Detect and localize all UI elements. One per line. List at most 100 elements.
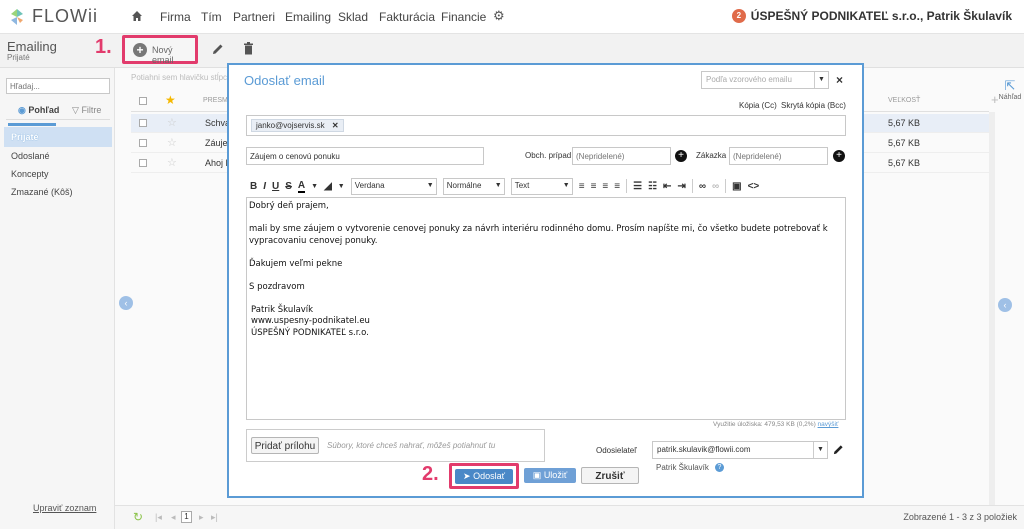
- col-sender[interactable]: PRESM: [203, 97, 228, 104]
- case-input[interactable]: [572, 147, 671, 165]
- help-icon[interactable]: ?: [715, 463, 724, 472]
- highlight-icon[interactable]: ◢: [324, 181, 332, 192]
- first-page-icon[interactable]: |◂: [155, 512, 162, 523]
- add-case-icon[interactable]: +: [675, 150, 687, 162]
- cc-link[interactable]: Kópia (Cc): [739, 101, 777, 110]
- send-button[interactable]: ➤ Odoslať: [455, 469, 513, 484]
- font-color-dropdown-icon[interactable]: ▼: [311, 183, 318, 190]
- body-line: mali by sme záujem o vytvorenie cenovej …: [249, 224, 828, 246]
- align-justify-icon[interactable]: ≡: [614, 181, 620, 192]
- select-all-checkbox[interactable]: [139, 97, 147, 105]
- indent-icon[interactable]: ⇥: [677, 181, 685, 192]
- star-icon[interactable]: ☆: [167, 136, 177, 149]
- floppy-icon: ▣: [532, 470, 542, 480]
- refresh-icon[interactable]: ↻: [133, 510, 143, 524]
- logo[interactable]: FLOWii: [8, 6, 98, 27]
- align-center-icon[interactable]: ≡: [591, 181, 597, 192]
- group-hint: Potiahni sem hlavičku stĺpca: [131, 73, 232, 82]
- remove-recipient-icon[interactable]: ✕: [332, 121, 339, 130]
- home-icon[interactable]: [131, 10, 143, 22]
- company-user[interactable]: 2 ÚSPEŠNÝ PODNIKATEĽ s.r.o., Patrik Škul…: [731, 9, 1012, 23]
- order-label: Zákazka: [696, 151, 727, 160]
- nav-financie[interactable]: Financie: [441, 10, 486, 24]
- new-email-button[interactable]: + Nový email: [122, 35, 198, 65]
- code-view-icon[interactable]: <>: [748, 181, 760, 192]
- last-page-icon[interactable]: ▸|: [211, 512, 218, 523]
- subject-input[interactable]: [246, 147, 484, 165]
- col-size[interactable]: VEĽKOSŤ: [888, 97, 920, 104]
- sidebar-item-koncepty[interactable]: Koncepty: [11, 169, 49, 179]
- sidebar-item-kos[interactable]: Zmazané (Kôš): [11, 187, 73, 197]
- format-select[interactable]: Text ▼: [510, 177, 573, 195]
- save-button[interactable]: ▣ Uložiť: [524, 468, 576, 483]
- star-header-icon[interactable]: ★: [165, 93, 176, 107]
- list-scrollbar[interactable]: [989, 112, 995, 507]
- nav-partneri[interactable]: Partneri: [233, 10, 275, 24]
- italic-icon[interactable]: I: [263, 181, 266, 192]
- nav-firma[interactable]: Firma: [160, 10, 191, 24]
- nav-emailing[interactable]: Emailing: [285, 10, 331, 24]
- body-line: Dobrý deň prajem,: [249, 201, 329, 211]
- bold-icon[interactable]: B: [250, 181, 257, 192]
- add-attachment-button[interactable]: Pridať prílohu: [251, 437, 319, 454]
- font-color-icon[interactable]: A: [297, 180, 306, 193]
- collapse-left-icon[interactable]: ‹: [119, 296, 133, 310]
- sender-select[interactable]: patrik.skulavik@flowii.com ▼: [652, 441, 828, 459]
- align-left-icon[interactable]: ≡: [579, 181, 585, 192]
- nav-sklad[interactable]: Sklad: [338, 10, 368, 24]
- attachment-dropzone[interactable]: Pridať prílohu Súbory, ktoré chceš nahra…: [246, 429, 545, 462]
- next-page-icon[interactable]: ▸: [199, 512, 204, 523]
- star-icon[interactable]: ☆: [167, 156, 177, 169]
- pencil-icon[interactable]: [212, 43, 224, 55]
- unlink-icon[interactable]: ∞: [712, 181, 719, 192]
- storage-upgrade-link[interactable]: navýšiť: [818, 421, 839, 428]
- body-line: [249, 270, 843, 282]
- nav-tim[interactable]: Tím: [201, 10, 222, 24]
- bullet-list-icon[interactable]: ☰: [633, 181, 642, 192]
- order-input[interactable]: [729, 147, 828, 165]
- close-icon[interactable]: ×: [836, 73, 843, 87]
- sidebar-item-prijate[interactable]: Prijaté: [4, 127, 112, 147]
- tab-view[interactable]: ◉ Pohľad: [18, 105, 59, 116]
- add-order-icon[interactable]: +: [833, 150, 845, 162]
- sidebar-search-input[interactable]: [6, 78, 110, 94]
- font-size-select[interactable]: Normálne ▼: [442, 177, 505, 195]
- row-checkbox[interactable]: [139, 139, 147, 147]
- align-right-icon[interactable]: ≡: [602, 181, 608, 192]
- row-checkbox[interactable]: [139, 119, 147, 127]
- row-checkbox[interactable]: [139, 159, 147, 167]
- nav-fakturacia[interactable]: Fakturácia: [379, 10, 435, 24]
- star-icon[interactable]: ☆: [167, 116, 177, 129]
- recipient-chip[interactable]: janko@vojservis.sk ✕: [251, 119, 344, 132]
- settings-gear-icon[interactable]: ⚙: [493, 8, 505, 24]
- tab-filter[interactable]: ▽ Filtre: [72, 105, 101, 116]
- attachment-hint: Súbory, ktoré chceš nahrať, môžeš potiah…: [327, 441, 496, 450]
- highlight-dropdown-icon[interactable]: ▼: [338, 183, 345, 190]
- notification-badge[interactable]: 2: [731, 9, 746, 23]
- template-select[interactable]: Podľa vzorového emailu ▼: [701, 71, 829, 89]
- page-title: Emailing: [7, 39, 57, 54]
- cancel-button[interactable]: Zrušiť: [581, 467, 639, 484]
- current-page[interactable]: 1: [181, 511, 192, 523]
- trash-icon[interactable]: [243, 42, 254, 55]
- numbered-list-icon[interactable]: ☷: [648, 181, 657, 192]
- new-email-label: Nový email: [152, 45, 174, 65]
- expand-right-icon[interactable]: ‹: [998, 298, 1012, 312]
- logo-text: FLOWii: [32, 6, 98, 26]
- toolbar-separator: [626, 179, 628, 193]
- email-body-editor[interactable]: Dobrý deň prajem, mali by sme záujem o v…: [246, 197, 846, 420]
- edit-list-link[interactable]: Upraviť zoznam: [33, 503, 96, 513]
- image-icon[interactable]: ▣: [732, 181, 741, 192]
- sidebar-item-odoslane[interactable]: Odoslané: [11, 151, 50, 161]
- outdent-icon[interactable]: ⇤: [663, 181, 671, 192]
- edit-sender-pencil-icon[interactable]: [833, 444, 844, 455]
- strikethrough-icon[interactable]: S: [285, 181, 292, 192]
- font-family-select[interactable]: Verdana ▼: [350, 177, 437, 195]
- preview-toggle[interactable]: ⇱ Náhľad: [996, 78, 1024, 101]
- underline-icon[interactable]: U: [272, 181, 279, 192]
- link-icon[interactable]: ∞: [699, 181, 706, 192]
- prev-page-icon[interactable]: ◂: [171, 512, 176, 523]
- bcc-link[interactable]: Skrytá kópia (Bcc): [781, 101, 846, 110]
- step-1-marker: 1.: [95, 36, 112, 58]
- recipients-field[interactable]: janko@vojservis.sk ✕: [246, 115, 846, 136]
